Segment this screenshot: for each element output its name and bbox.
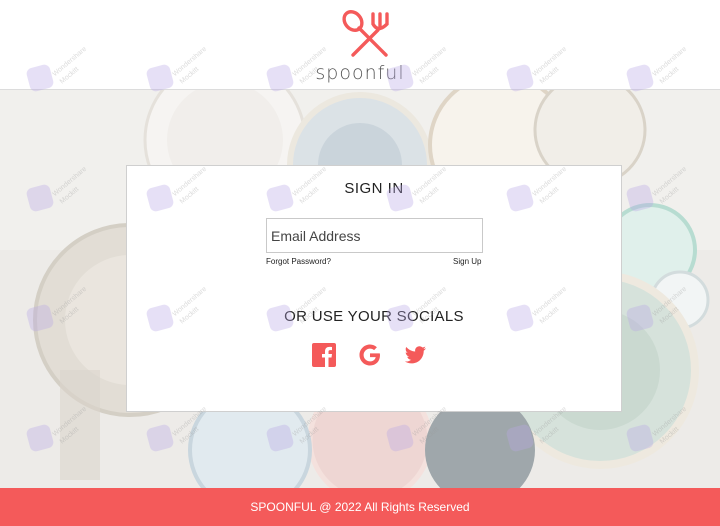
twitter-icon[interactable] (402, 342, 428, 368)
google-icon[interactable] (357, 342, 383, 368)
footer-copyright: SPOONFUL @ 2022 All Rights Reserved (250, 500, 470, 514)
footer: SPOONFUL @ 2022 All Rights Reserved (0, 488, 720, 526)
sign-up-link[interactable]: Sign Up (453, 257, 481, 266)
email-field[interactable] (266, 218, 483, 253)
header: spoonful (0, 0, 720, 90)
fork-and-spoon-icon (342, 10, 389, 57)
facebook-icon[interactable] (311, 342, 337, 368)
signin-title: SIGN IN (344, 180, 404, 197)
signin-card: SIGN IN Forgot Password? Sign Up OR USE … (126, 165, 622, 412)
forgot-password-link[interactable]: Forgot Password? (266, 257, 331, 266)
brand-name: spoonful (315, 62, 405, 84)
socials-title: OR USE YOUR SOCIALS (284, 308, 464, 325)
